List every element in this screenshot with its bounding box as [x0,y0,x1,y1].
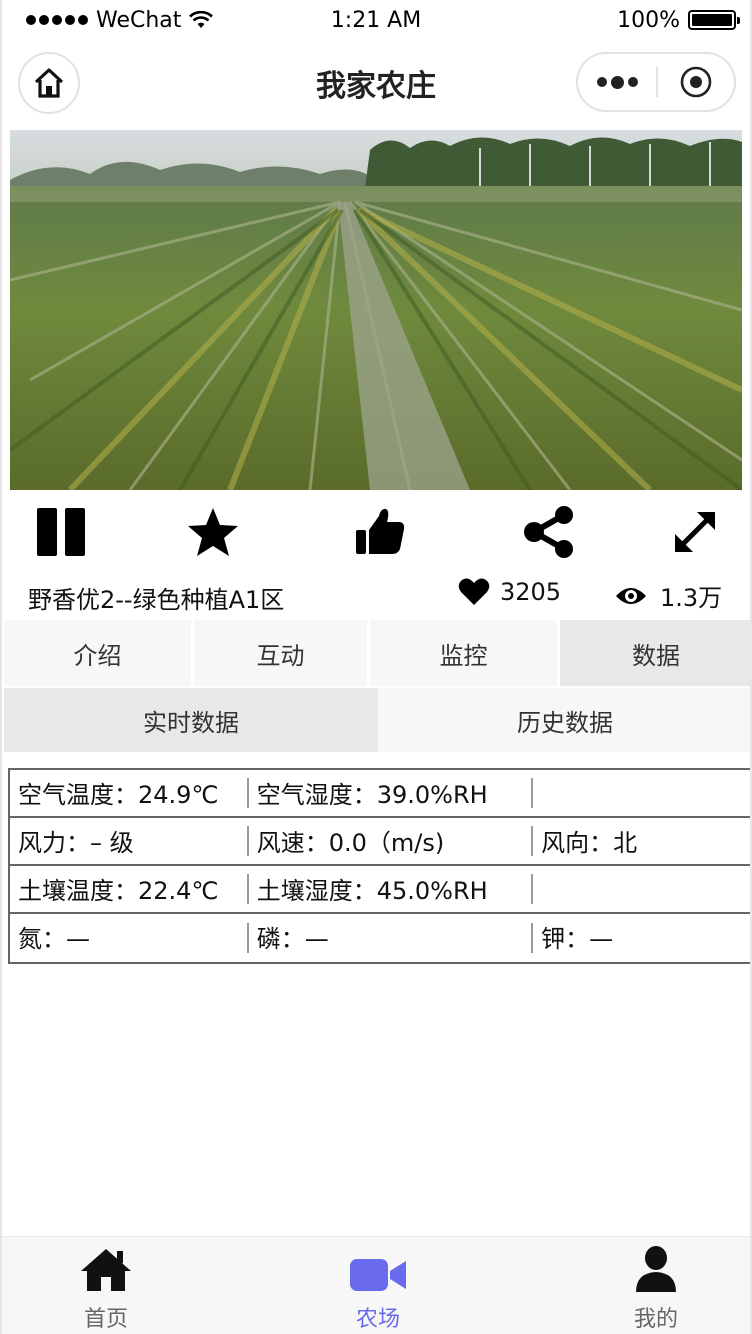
user-icon [636,1246,676,1292]
likes-value: 3205 [500,578,562,606]
data-sub-tabs: 实时数据 历史数据 [4,688,750,752]
wind-speed-cell: 风速：0.0（m/s) [256,828,445,857]
phosphorus-cell: 磷：— [256,924,329,953]
status-bar: WeChat 1:21 AM 100% [2,0,750,40]
like-button[interactable] [346,500,412,564]
pause-button[interactable] [28,500,94,564]
tab-bar-farm-label: 农场 [355,1307,400,1332]
nitrogen-cell: 氮：— [18,924,90,953]
rice-field-photo [10,130,742,490]
media-toolbar [2,494,750,566]
sensor-data-table: 空气温度：24.9℃ 空气湿度：39.0%RH 风力：– 级 风速：0.0（m/… [8,768,750,964]
tab-monitor[interactable]: 监控 [370,620,560,686]
tab-intro[interactable]: 介绍 [4,620,194,686]
expand-icon [675,512,715,552]
share-icon [524,506,573,558]
views-count: 1.3万 [614,578,722,613]
farm-live-image[interactable] [10,130,742,490]
wifi-icon [189,11,214,28]
tab-history-data[interactable]: 历史数据 [378,688,750,752]
crop-info-row: 野香优2--绿色种植A1区 3205 1.3万 [2,572,750,618]
carrier-name: WeChat [96,7,182,33]
status-left: WeChat [26,7,214,33]
tab-bar-home-label: 首页 [83,1307,128,1332]
air-humidity-cell: 空气湿度：39.0%RH [256,780,488,809]
page-title: 我家农庄 [316,69,436,104]
share-button[interactable] [516,500,582,564]
favorite-button[interactable] [180,500,246,564]
soil-temperature-cell: 土壤温度：22.4℃ [18,876,219,905]
video-camera-icon [350,1259,406,1291]
mini-program-capsule [576,52,736,112]
table-row: 空气温度：24.9℃ 空气湿度：39.0%RH [10,770,750,818]
bottom-tab-bar: 首页 农场 我的 [2,1236,750,1334]
tab-bar-mine[interactable]: 我的 [576,1237,736,1334]
tab-bar-farm[interactable]: 农场 [298,1237,458,1334]
heart-icon [458,578,490,605]
soil-humidity-cell: 土壤湿度：45.0%RH [256,876,488,905]
tab-bar-home[interactable]: 首页 [26,1237,186,1334]
nav-bar: 我家农庄 [2,40,750,126]
app-frame: WeChat 1:21 AM 100% 我家农庄 野香优2--绿色种植A1区 3… [0,0,752,1334]
views-value: 1.3万 [660,584,723,612]
table-row: 风力：– 级 风速：0.0（m/s) 风向：北 [10,818,750,866]
thumbs-up-icon [356,508,405,554]
battery-percent: 100% [617,7,680,33]
home-button[interactable] [18,52,80,114]
crop-title: 野香优2--绿色种植A1区 [28,586,285,614]
potassium-cell: 钾：— [541,924,614,953]
more-button[interactable] [578,54,656,110]
home-outline-icon [34,68,64,98]
home-icon [81,1249,131,1291]
air-temperature-cell: 空气温度：24.9℃ [18,780,219,809]
signal-icon [26,15,88,25]
wind-force-cell: 风力：– 级 [18,828,134,857]
status-right: 100% [617,7,740,33]
close-button[interactable] [658,54,734,110]
battery-icon [688,10,740,30]
fullscreen-button[interactable] [662,500,728,564]
main-tabs: 介绍 互动 监控 数据 [4,620,750,686]
tab-interaction[interactable]: 互动 [194,620,370,686]
pause-icon [37,508,85,556]
tab-data[interactable]: 数据 [560,620,750,686]
empty-cell [533,770,750,814]
tab-bar-mine-label: 我的 [633,1307,678,1332]
table-row: 氮：— 磷：— 钾：— [10,914,750,962]
tab-realtime-data[interactable]: 实时数据 [4,688,378,752]
target-close-icon [680,66,712,98]
empty-cell [533,866,750,910]
likes-count: 3205 [458,578,561,606]
more-dots-icon [596,77,607,87]
table-row: 土壤温度：22.4℃ 土壤湿度：45.0%RH [10,866,750,914]
eye-icon [616,587,646,604]
wind-direction-cell: 风向：北 [541,828,638,857]
star-icon [188,508,238,556]
